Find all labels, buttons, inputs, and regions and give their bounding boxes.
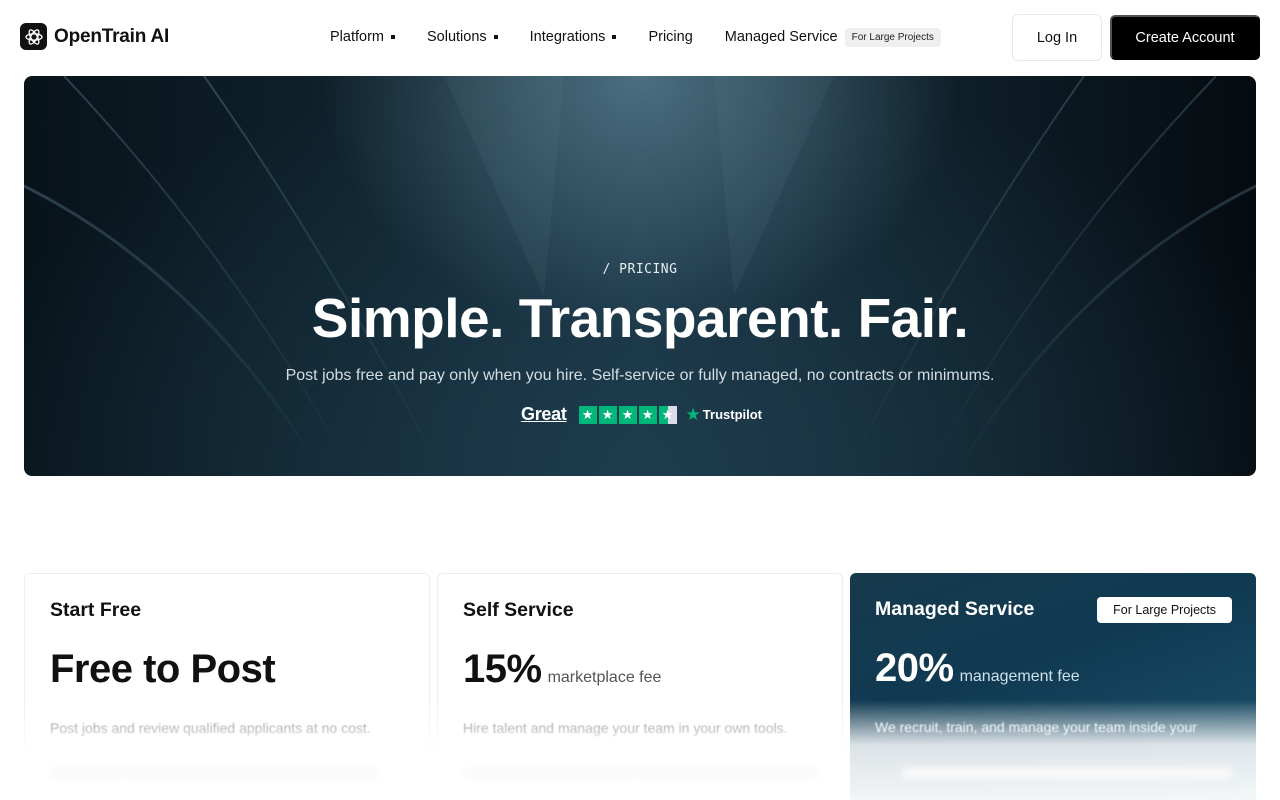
- star-icon: ★: [618, 405, 637, 424]
- plan-card-start-free: Start Free Free to Post Post jobs and re…: [24, 573, 430, 800]
- plan-price-value: 20%: [875, 646, 954, 690]
- menu-pricing-label: Pricing: [648, 29, 693, 45]
- trustpilot-logo: ★ Trustpilot: [686, 405, 762, 425]
- plan-description: Hire talent and manage your team in your…: [463, 720, 788, 736]
- menu-solutions[interactable]: Solutions: [427, 29, 498, 45]
- star-icon: ★: [598, 405, 617, 424]
- trustpilot-label: Trustpilot: [702, 407, 762, 422]
- menu-integrations[interactable]: Integrations: [530, 29, 617, 45]
- plan-description: We recruit, train, and manage your team …: [875, 719, 1197, 735]
- half-star-icon: ★: [658, 405, 677, 424]
- menu-platform[interactable]: Platform: [330, 29, 395, 45]
- star-icon: ★: [578, 405, 597, 424]
- plan-price-unit: marketplace fee: [547, 669, 662, 686]
- page-title: Simple. Transparent. Fair.: [311, 287, 969, 349]
- dropdown-indicator-icon: [493, 35, 498, 39]
- plan-title: Self Service: [463, 599, 574, 621]
- brand-name: OpenTrain AI: [54, 25, 170, 47]
- menu-pricing[interactable]: Pricing: [648, 29, 692, 45]
- rating-stars: ★ ★ ★ ★ ★: [578, 405, 677, 424]
- trustpilot-star-icon: ★: [685, 404, 701, 424]
- blurred-text-line: [902, 767, 1232, 779]
- plan-price: Free to Post: [50, 647, 276, 692]
- create-account-button[interactable]: Create Account: [1110, 15, 1260, 60]
- plan-price: 15% marketplace fee: [463, 647, 661, 692]
- rating-word: Great: [521, 404, 567, 424]
- large-projects-badge: For Large Projects: [844, 27, 941, 47]
- hero-subtitle: Post jobs free and pay only when you hir…: [285, 367, 995, 384]
- blurred-text-line: [50, 768, 380, 780]
- menu-platform-label: Platform: [330, 29, 384, 45]
- plan-price-unit: management fee: [959, 668, 1080, 685]
- plan-description: Post jobs and review qualified applicant…: [50, 720, 371, 736]
- star-icon: ★: [638, 405, 657, 424]
- brand-mark-icon: [20, 23, 47, 50]
- plan-price: 20% management fee: [875, 646, 1080, 691]
- menu-managed-service-label: Managed Service: [724, 29, 838, 45]
- login-button[interactable]: Log In: [1012, 14, 1102, 61]
- plan-card-managed-service: Managed Service For Large Projects 20% m…: [850, 573, 1256, 800]
- plan-title: Start Free: [50, 599, 142, 621]
- top-nav: OpenTrain AI Platform Solutions Integrat…: [0, 0, 1280, 76]
- main-menu: Platform Solutions Integrations Pricing …: [330, 27, 941, 47]
- large-projects-badge: For Large Projects: [1097, 597, 1232, 623]
- menu-integrations-label: Integrations: [529, 29, 606, 45]
- trustpilot-rating[interactable]: Great ★ ★ ★ ★ ★ ★ Trustpilot: [521, 404, 762, 425]
- hero-eyebrow: / PRICING: [602, 262, 678, 277]
- dropdown-indicator-icon: [612, 35, 617, 39]
- plan-title: Managed Service: [875, 598, 1035, 620]
- menu-solutions-label: Solutions: [427, 29, 487, 45]
- dropdown-indicator-icon: [391, 35, 395, 39]
- plan-price-value: 15%: [463, 647, 542, 691]
- menu-managed-service[interactable]: Managed Service For Large Projects: [724, 27, 941, 47]
- plan-card-self-service: Self Service 15% marketplace fee Hire ta…: [437, 573, 843, 800]
- pricing-hero: / PRICING Simple. Transparent. Fair. Pos…: [24, 76, 1256, 476]
- blurred-text-line: [463, 768, 819, 780]
- brand-logo[interactable]: OpenTrain AI: [20, 23, 169, 50]
- plan-price-value: Free to Post: [50, 647, 276, 691]
